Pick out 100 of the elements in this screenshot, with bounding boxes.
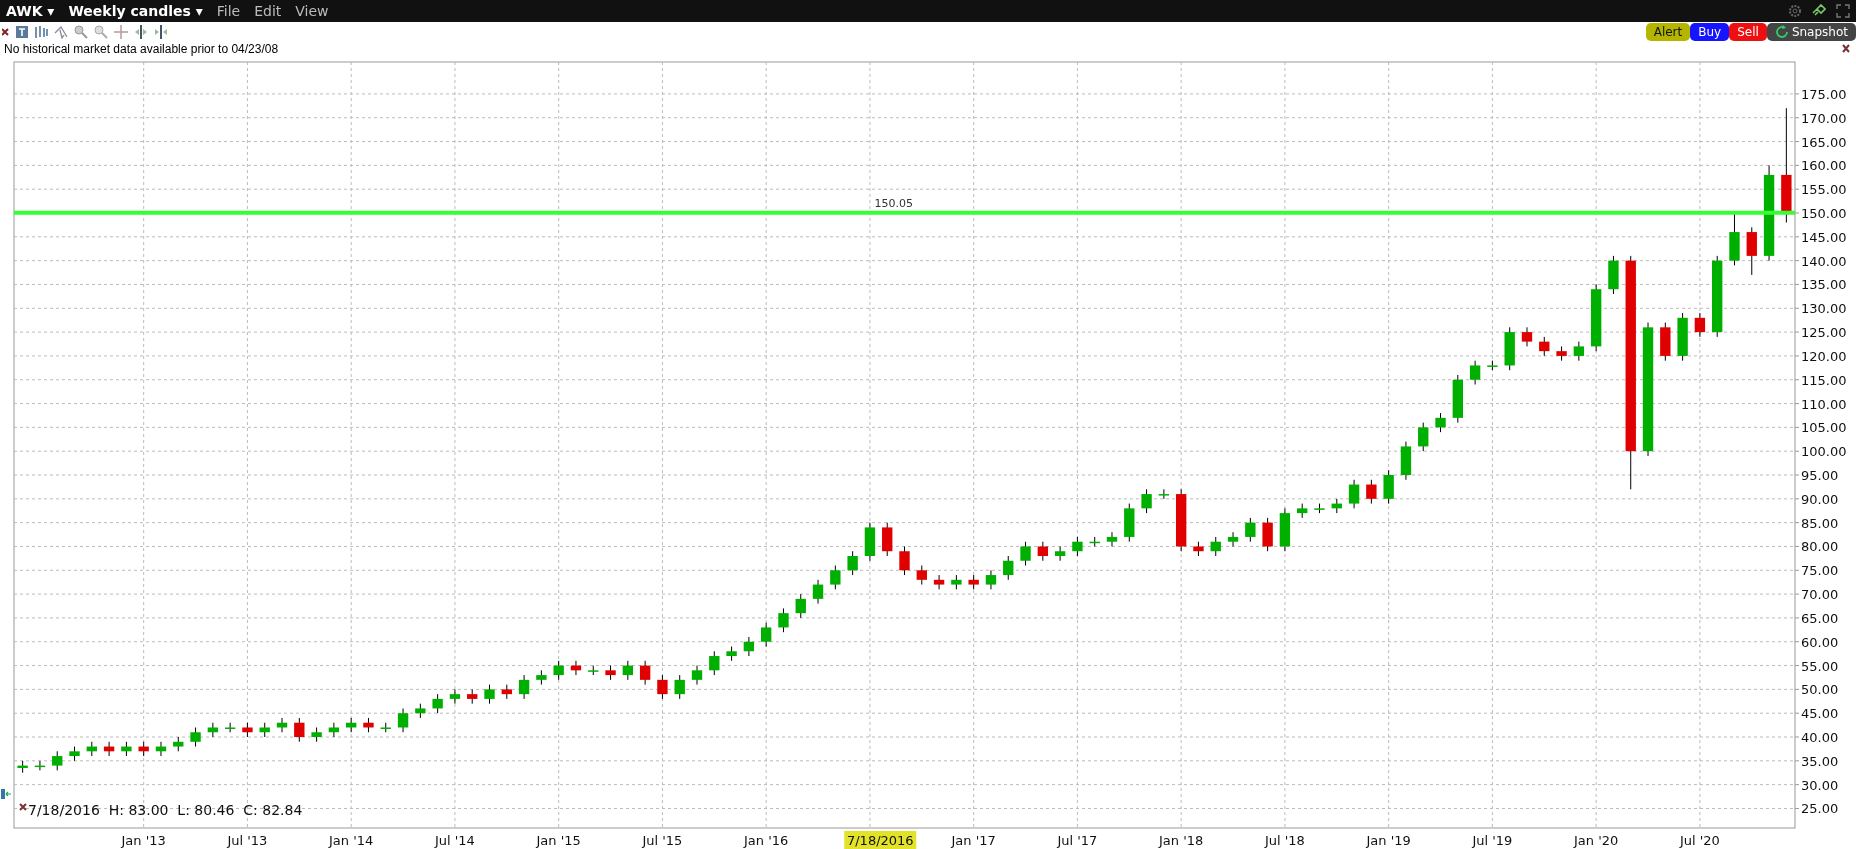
- candle: [1124, 503, 1135, 543]
- candle: [864, 522, 876, 562]
- candle: [916, 565, 927, 586]
- candle: [1746, 226, 1757, 276]
- y-axis-label: 170.00: [1801, 110, 1847, 126]
- candle: [605, 665, 616, 681]
- candle: [1158, 488, 1170, 500]
- x-axis-label: Jul '14: [434, 833, 475, 848]
- y-axis-label: 55.00: [1801, 658, 1839, 674]
- y-axis-label: 140.00: [1801, 253, 1847, 269]
- candle: [1210, 536, 1221, 557]
- candle: [1227, 531, 1239, 547]
- candle: [415, 703, 426, 719]
- bars-icon[interactable]: [34, 25, 48, 39]
- x-axis-label: Jan '14: [329, 833, 374, 848]
- candle: [1539, 336, 1550, 357]
- zoom-out-icon[interactable]: [94, 25, 108, 39]
- candle: [138, 741, 149, 757]
- y-axis-label: 40.00: [1801, 730, 1839, 745]
- x-axis-label: Jul '17: [1057, 833, 1098, 848]
- candle: [155, 741, 167, 757]
- candle: [536, 669, 547, 686]
- candle: [1452, 374, 1463, 424]
- candle: [1469, 360, 1481, 385]
- y-axis-label: 90.00: [1801, 491, 1839, 507]
- candle: [882, 522, 893, 557]
- candle: [1400, 441, 1412, 481]
- crosshair-date-label: 7/18/2016: [844, 831, 917, 849]
- candle: [1072, 536, 1083, 557]
- order-button[interactable]: Snapshot: [1766, 23, 1856, 41]
- candle: [726, 646, 737, 662]
- candle: [1677, 312, 1688, 362]
- candle: [449, 688, 461, 705]
- candle: [207, 722, 219, 738]
- y-axis-label: 35.00: [1801, 753, 1839, 769]
- menu-item[interactable]: View: [295, 3, 329, 19]
- order-button[interactable]: Sell: [1729, 23, 1767, 41]
- y-axis-label: 105.00: [1801, 420, 1847, 436]
- y-axis-label: 135.00: [1801, 277, 1847, 293]
- candle: [588, 665, 599, 676]
- fullscreen-icon[interactable]: [1836, 4, 1850, 18]
- close-icon[interactable]: [1842, 44, 1850, 53]
- x-axis-label: Jan '19: [1366, 833, 1411, 848]
- y-axis-label: 60.00: [1801, 634, 1839, 650]
- close-icon[interactable]: [19, 803, 27, 811]
- candle: [103, 741, 115, 757]
- zoom-in-icon[interactable]: [74, 25, 88, 39]
- candle: [1245, 517, 1256, 543]
- menu-item[interactable]: Edit: [254, 3, 282, 19]
- y-axis-label: 75.00: [1801, 563, 1839, 579]
- candle: [1556, 345, 1567, 362]
- settings-icon[interactable]: [1788, 4, 1802, 18]
- candle: [1435, 412, 1446, 433]
- candle: [1003, 555, 1014, 581]
- candle: [1487, 360, 1498, 371]
- crosshair-icon[interactable]: [114, 25, 128, 39]
- menu-item[interactable]: File: [216, 3, 241, 19]
- candle: [795, 593, 806, 619]
- candle: [17, 760, 28, 774]
- candle: [830, 565, 841, 590]
- x-axis-label: Jul '13: [227, 833, 268, 848]
- candle: [812, 579, 824, 605]
- candle: [173, 736, 184, 752]
- candle: [1590, 283, 1602, 352]
- candle: [968, 574, 979, 590]
- candle: [847, 550, 858, 576]
- cursor-icon[interactable]: [54, 25, 68, 39]
- candle: [1279, 507, 1291, 552]
- y-axis-label: 155.00: [1801, 182, 1847, 198]
- order-button[interactable]: Alert: [1645, 23, 1691, 41]
- toolbar-dropdown[interactable]: AWK ▾: [6, 3, 55, 19]
- text-tool-icon[interactable]: [16, 26, 28, 38]
- link-icon[interactable]: [1812, 4, 1826, 18]
- toolbar-dropdown[interactable]: Weekly candles ▾: [68, 3, 203, 19]
- scale-arrows-icon[interactable]: [1, 789, 12, 799]
- expand-icon[interactable]: [134, 25, 148, 39]
- candle: [1383, 469, 1394, 505]
- candle: [1521, 326, 1533, 347]
- candle: [674, 674, 685, 700]
- candle: [432, 693, 443, 714]
- close-icon[interactable]: [2, 26, 10, 38]
- candle: [570, 660, 582, 676]
- candle: [933, 574, 945, 590]
- candle: [190, 727, 201, 748]
- candle: [69, 746, 80, 762]
- order-button[interactable]: Buy: [1690, 23, 1730, 41]
- candle: [1504, 326, 1515, 371]
- y-axis-label: 80.00: [1801, 539, 1839, 555]
- compress-icon[interactable]: [154, 25, 168, 39]
- candle: [985, 569, 997, 590]
- x-axis-label: Jul '19: [1472, 833, 1513, 848]
- candle: [259, 722, 270, 738]
- y-axis-label: 50.00: [1801, 682, 1839, 698]
- candle: [121, 741, 132, 757]
- candle: [1729, 212, 1740, 266]
- refresh-icon: [1774, 25, 1789, 39]
- candle: [276, 717, 288, 733]
- candle: [34, 760, 46, 771]
- candle: [1020, 541, 1031, 566]
- candle: [1175, 488, 1187, 552]
